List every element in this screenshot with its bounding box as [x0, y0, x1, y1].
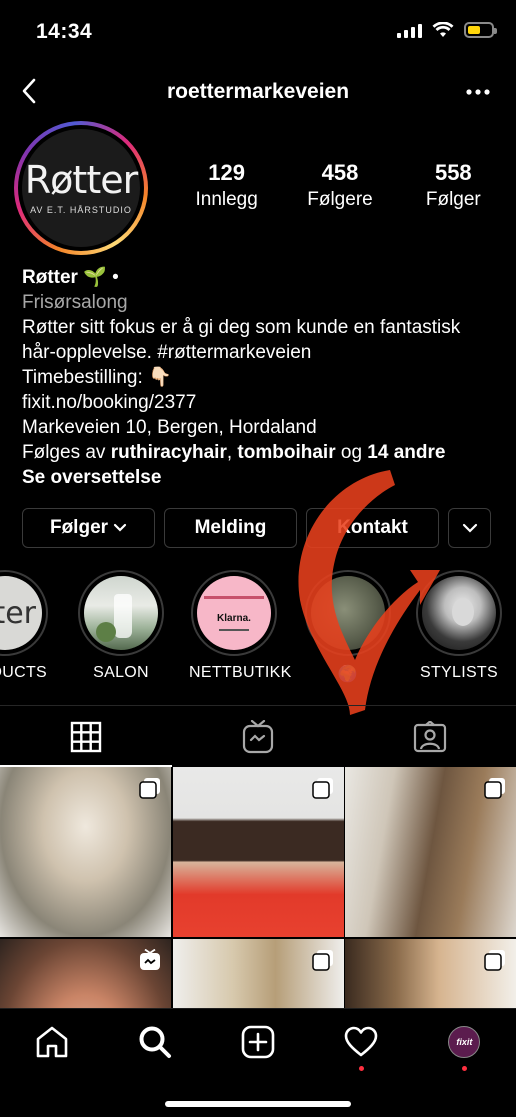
notification-dot: [461, 1066, 467, 1071]
status-time: 14:34: [36, 20, 93, 43]
notification-dot: [358, 1066, 364, 1071]
create-icon: [241, 1025, 275, 1059]
message-button-label: Melding: [194, 517, 267, 538]
home-icon: [36, 1026, 67, 1058]
heart-icon: [344, 1026, 378, 1057]
stat-following[interactable]: 558 Følger: [397, 160, 510, 211]
tagged-icon: [413, 720, 447, 752]
bio-line: Røtter sitt fokus er å gi deg som kunde …: [22, 317, 461, 338]
profile-actions: Følger Melding Kontakt: [22, 508, 491, 548]
nav-activity[interactable]: [310, 1009, 413, 1075]
profile-tabs: [0, 705, 516, 767]
wifi-icon: [432, 22, 454, 37]
carousel-icon: [484, 949, 505, 971]
post-thumbnail[interactable]: [345, 767, 516, 937]
more-horizontal-icon[interactable]: [464, 78, 492, 106]
profile-avatar-small: fixit: [448, 1026, 481, 1058]
following-button[interactable]: Følger: [22, 508, 155, 548]
tab-tagged[interactable]: [344, 706, 516, 767]
highlight-label: 🌍: [337, 666, 359, 683]
tab-igtv[interactable]: [172, 706, 344, 767]
profile-header: roettermarkeveien: [0, 70, 516, 114]
nav-home[interactable]: [0, 1009, 103, 1075]
bio-address[interactable]: Markeveien 10, Bergen, Hordaland: [22, 415, 502, 440]
profile-stats: 129 Innlegg 458 Følgere 558 Følger: [170, 160, 510, 211]
highlight-label: DUCTS: [0, 664, 47, 681]
stat-posts-count: 129: [208, 160, 246, 185]
nav-search[interactable]: [103, 1009, 206, 1075]
highlight-products[interactable]: ter DUCTS: [0, 570, 50, 682]
nav-profile[interactable]: fixit: [413, 1009, 516, 1075]
story-highlights: ter DUCTS SALON Klarna. NETTBUTIKK 🌍 STY…: [0, 570, 516, 690]
status-bar: 14:34: [0, 0, 516, 64]
profile-avatar[interactable]: Røtter AV E.T. HÅRSTUDIO: [14, 121, 148, 255]
highlight-label: NETTBUTIKK: [189, 664, 292, 681]
highlight-stylists[interactable]: STYLISTS: [414, 570, 504, 682]
username-title: roettermarkeveien: [166, 80, 350, 103]
contact-button[interactable]: Kontakt: [306, 508, 439, 548]
highlight-webshop[interactable]: Klarna. NETTBUTIKK: [189, 570, 292, 682]
carousel-icon: [484, 778, 505, 799]
stat-posts-label: Innlegg: [195, 189, 258, 210]
stat-followers-label: Følgere: [307, 189, 373, 210]
message-button[interactable]: Melding: [164, 508, 297, 548]
cellular-signal-icon: [397, 22, 422, 38]
chevron-down-icon: [113, 523, 127, 532]
stat-followers-count: 458: [321, 160, 359, 185]
followed-by[interactable]: Følges av ruthiracyhair, tomboihair og 1…: [22, 440, 502, 465]
bio-line-hashtag[interactable]: hår-opplevelse. #røttermarkeveien: [22, 340, 502, 365]
home-indicator: [165, 1101, 351, 1107]
followed-by-user: ruthiracyhair: [110, 442, 227, 463]
highlight-salon[interactable]: SALON: [76, 570, 166, 682]
klarna-logo-text: Klarna.: [217, 612, 251, 624]
stat-posts[interactable]: 129 Innlegg: [170, 160, 283, 211]
bio-line: Timebestilling: 👇🏻: [22, 367, 172, 388]
post-thumbnail[interactable]: [0, 767, 171, 937]
nav-create[interactable]: [206, 1009, 309, 1075]
carousel-icon: [311, 778, 333, 799]
highlight-label: SALON: [93, 664, 149, 681]
stat-following-label: Følger: [425, 189, 481, 210]
suggested-accounts-button[interactable]: [448, 508, 491, 548]
stat-followers[interactable]: 458 Følgere: [283, 160, 396, 211]
followed-by-conjunction: og: [335, 442, 368, 463]
profile-name: Røtter: [22, 267, 78, 288]
highlight-globe[interactable]: 🌍: [303, 570, 393, 684]
battery-icon: [464, 22, 497, 38]
followed-by-user: tomboihair: [237, 442, 336, 463]
following-button-label: Følger: [49, 517, 109, 538]
followed-by-separator: ,: [226, 442, 238, 463]
carousel-icon: [311, 949, 333, 971]
avatar-brand-text: Røtter: [24, 158, 138, 202]
grid-icon: [70, 721, 102, 752]
profile-name-suffix: 🌱 •: [77, 267, 119, 288]
chevron-down-icon: [462, 523, 477, 533]
contact-button-label: Kontakt: [337, 517, 408, 538]
avatar-brand-subtext: AV E.T. HÅRSTUDIO: [30, 205, 132, 215]
profile-category: Frisørsalong: [22, 292, 128, 313]
carousel-icon: [139, 778, 160, 799]
bottom-navigation: fixit: [0, 1008, 516, 1117]
see-translation-link[interactable]: Se oversettelse: [22, 467, 161, 488]
post-thumbnail[interactable]: [172, 767, 344, 937]
search-icon: [139, 1026, 171, 1058]
highlight-label: STYLISTS: [420, 664, 498, 681]
tab-posts-grid[interactable]: [0, 706, 172, 767]
profile-bio: Røtter 🌱 • Frisørsalong Røtter sitt foku…: [22, 265, 502, 490]
igtv-icon: [242, 719, 274, 753]
followed-by-others: 14 andre: [367, 442, 446, 463]
igtv-icon: [140, 948, 160, 970]
stat-following-count: 558: [434, 160, 472, 185]
followed-by-prefix: Følges av: [22, 442, 111, 463]
bio-link[interactable]: fixit.no/booking/2377: [22, 390, 502, 415]
